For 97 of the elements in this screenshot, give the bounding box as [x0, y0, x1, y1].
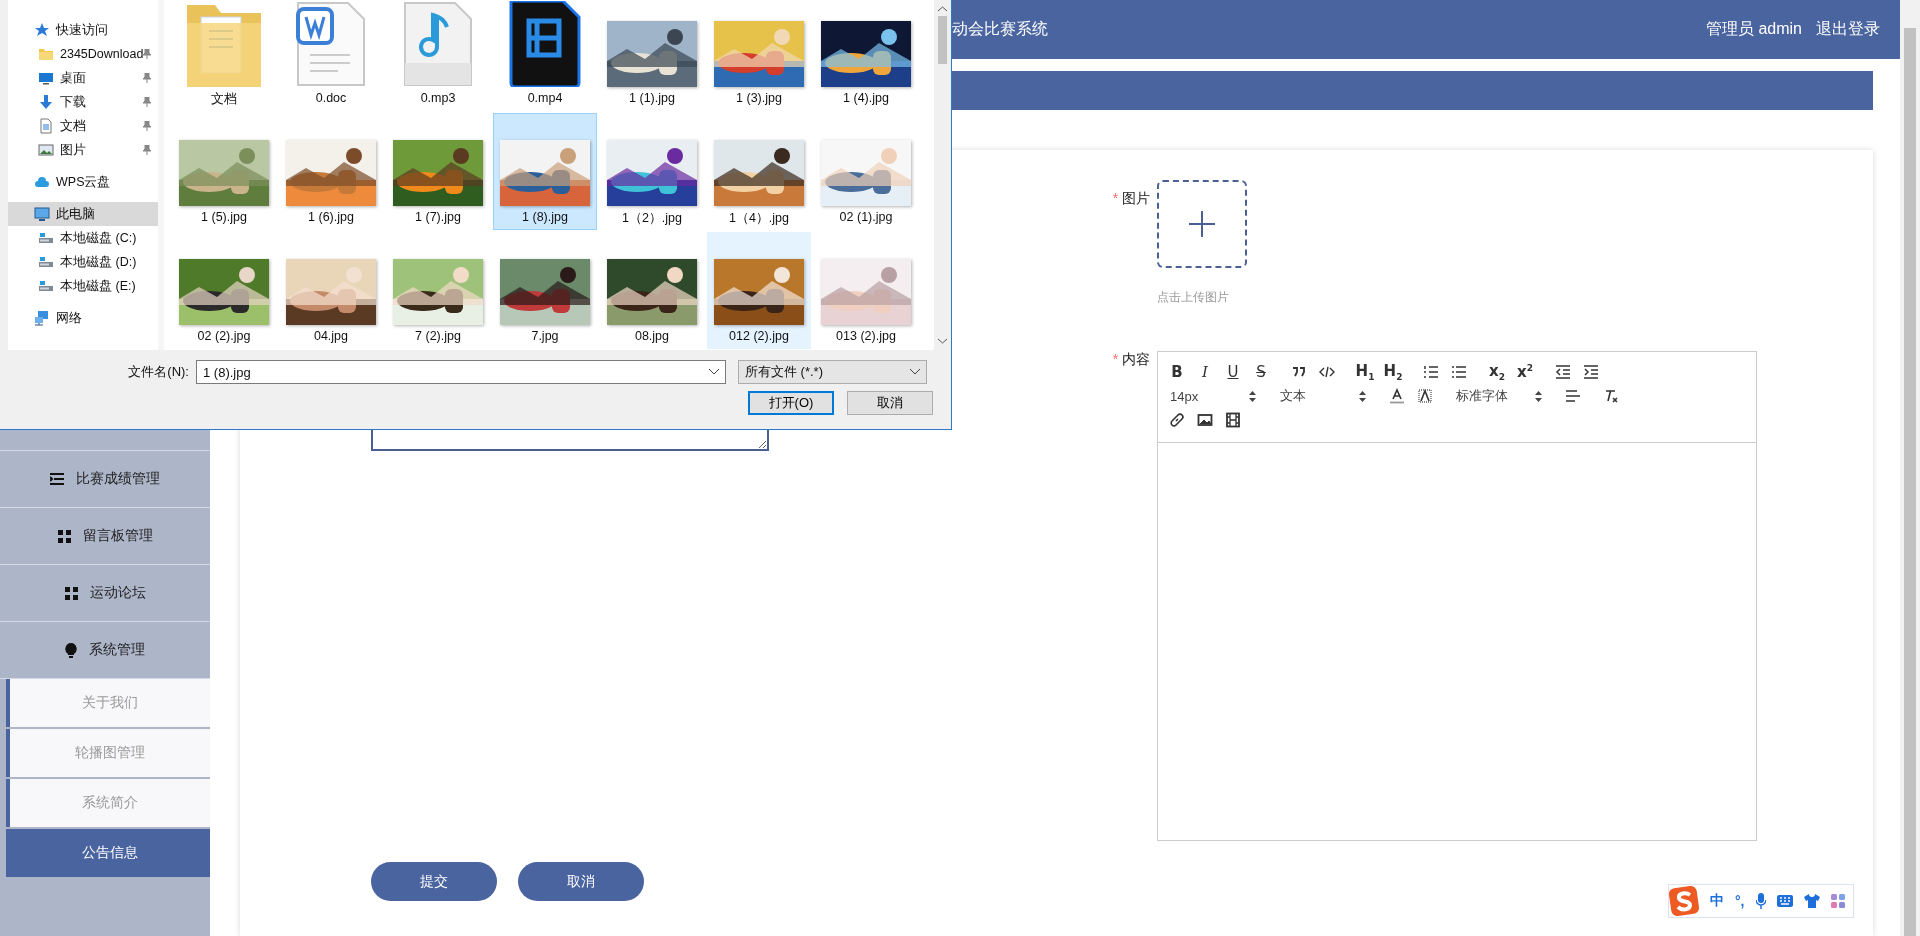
navigation-item[interactable]: 本地磁盘 (D:) — [8, 250, 158, 274]
navigation-item[interactable]: 此电脑 — [8, 202, 158, 226]
file-item[interactable]: 1（2）.jpg — [600, 113, 704, 230]
cloud-icon — [34, 174, 50, 190]
microphone-icon[interactable] — [1755, 893, 1766, 909]
format-button[interactable]: S — [1250, 361, 1272, 383]
file-item[interactable]: 1 (7).jpg — [386, 113, 490, 230]
file-item[interactable]: 1 (4).jpg — [814, 0, 918, 111]
file-item[interactable]: 02 (1).jpg — [814, 113, 918, 230]
file-item[interactable]: 04.jpg — [279, 232, 383, 349]
file-item[interactable]: 013 (2).jpg — [814, 232, 918, 349]
logout-link[interactable]: 退出登录 — [1816, 19, 1880, 40]
navigation-item[interactable]: 下载 — [8, 90, 158, 114]
format-select[interactable]: 文本 — [1276, 387, 1370, 405]
video-file-icon — [509, 1, 581, 87]
sidebar-item[interactable]: 运动论坛 — [0, 565, 210, 622]
file-item[interactable]: 1 (1).jpg — [600, 0, 704, 111]
navigation-item[interactable]: 文档 — [8, 114, 158, 138]
sidebar-subitem[interactable]: 公告信息 — [6, 829, 210, 877]
grid-icon[interactable] — [1830, 894, 1845, 908]
scroll-up-icon[interactable] — [938, 6, 947, 12]
filename-field[interactable]: 1 (8).jpg — [196, 360, 726, 384]
file-item[interactable]: 7 (2).jpg — [386, 232, 490, 349]
file-item[interactable]: 1 (6).jpg — [279, 113, 383, 230]
shirt-icon[interactable] — [1803, 894, 1820, 908]
grid-icon — [64, 586, 78, 600]
file-item[interactable]: 1 (3).jpg — [707, 0, 811, 111]
list-icon — [50, 473, 64, 485]
caret-icon — [709, 369, 719, 375]
file-item[interactable]: 0.mp3 — [386, 0, 490, 111]
input-method-toggle[interactable]: °, — [1735, 893, 1745, 909]
file-item[interactable]: 1 (5).jpg — [172, 113, 276, 230]
file-item[interactable]: 0.doc — [279, 0, 383, 111]
file-item[interactable]: 7.jpg — [493, 232, 597, 349]
rich-text-editor[interactable]: B I U S H$_{1}$ H$_{2}$ x$_{2}$ x$^{2}$ 14px 文本 标准字体 — [1157, 351, 1757, 841]
document-icon — [38, 118, 54, 134]
updown-icon — [1359, 390, 1366, 402]
navigation-item[interactable]: 网络 — [8, 306, 158, 330]
music-file-icon — [403, 1, 473, 87]
format-button[interactable]: U — [1222, 361, 1244, 383]
format-select[interactable]: 14px — [1166, 388, 1260, 404]
format-select[interactable]: 标准字体 — [1452, 387, 1546, 405]
site-title: 动会比赛系统 — [952, 20, 1048, 37]
scrollbar[interactable] — [1900, 0, 1920, 936]
open-button[interactable]: 打开(O) — [748, 391, 834, 415]
navigation-item[interactable]: WPS云盘 — [8, 170, 158, 194]
file-item[interactable]: 1 (8).jpg — [493, 113, 597, 230]
format-button[interactable]: H$_{1}$ — [1354, 361, 1376, 383]
updown-icon — [1535, 390, 1542, 402]
drive-icon — [38, 230, 54, 246]
scroll-down-icon[interactable] — [938, 338, 947, 344]
sidebar-item[interactable]: 比赛成绩管理 — [0, 451, 210, 508]
field-label: * 内容 — [1111, 351, 1150, 369]
navigation-item[interactable]: 2345Download — [8, 42, 158, 66]
user-name: 管理员 admin — [1705, 19, 1802, 39]
upload-box[interactable] — [1157, 180, 1247, 268]
keyboard-icon[interactable] — [1776, 895, 1793, 907]
file-item[interactable]: 文档 — [172, 0, 276, 111]
navigation-item[interactable]: 本地磁盘 (E:) — [8, 274, 158, 298]
navigation-item[interactable]: 本地磁盘 (C:) — [8, 226, 158, 250]
file-item[interactable]: 0.mp4 — [493, 0, 597, 111]
network-icon — [34, 310, 50, 326]
download-icon — [38, 94, 54, 110]
navigation-item[interactable]: 桌面 — [8, 66, 158, 90]
caret-icon — [910, 369, 920, 375]
folder-icon — [38, 46, 54, 62]
star-icon — [34, 22, 50, 38]
updown-icon — [1249, 390, 1256, 402]
navigation-item[interactable]: 图片 — [8, 138, 158, 162]
field-label: * 图片 — [1111, 189, 1150, 208]
format-button[interactable]: H$_{2}$ — [1382, 361, 1404, 383]
plus-icon — [1189, 211, 1215, 237]
submit-button[interactable]: 提交 — [371, 862, 497, 901]
image-icon — [38, 142, 54, 158]
computer-icon — [34, 206, 50, 222]
cancel-button[interactable]: 取消 — [847, 391, 933, 415]
format-button[interactable]: I — [1194, 361, 1216, 383]
grid-icon — [57, 529, 71, 543]
format-button[interactable]: x$_{2}$ — [1486, 361, 1508, 383]
desktop-icon — [38, 70, 54, 86]
scroll-thumb[interactable] — [938, 16, 947, 64]
format-button[interactable]: x$^{2}$ — [1514, 361, 1536, 383]
file-item[interactable]: 012 (2).jpg — [707, 232, 811, 349]
format-button[interactable]: B — [1166, 361, 1188, 383]
upload-hint: 点击上传图片 — [1157, 289, 1230, 306]
sidebar-item[interactable]: 留言板管理 — [0, 508, 210, 565]
navigation-item[interactable]: 快速访问 — [8, 18, 158, 42]
filename-label: 文件名(N): — [127, 363, 190, 381]
file-type-dropdown[interactable]: 所有文件 (*.*) — [738, 360, 927, 384]
input-method-toggle[interactable]: 中 — [1710, 892, 1724, 910]
file-item[interactable]: 1（4）.jpg — [707, 113, 811, 230]
file-item[interactable]: 08.jpg — [600, 232, 704, 349]
file-item[interactable]: 02 (2).jpg — [172, 232, 276, 349]
drive-icon — [38, 254, 54, 270]
lightbulb-icon — [65, 642, 77, 658]
drive-icon — [38, 278, 54, 294]
cancel-button[interactable]: 取消 — [518, 862, 644, 901]
